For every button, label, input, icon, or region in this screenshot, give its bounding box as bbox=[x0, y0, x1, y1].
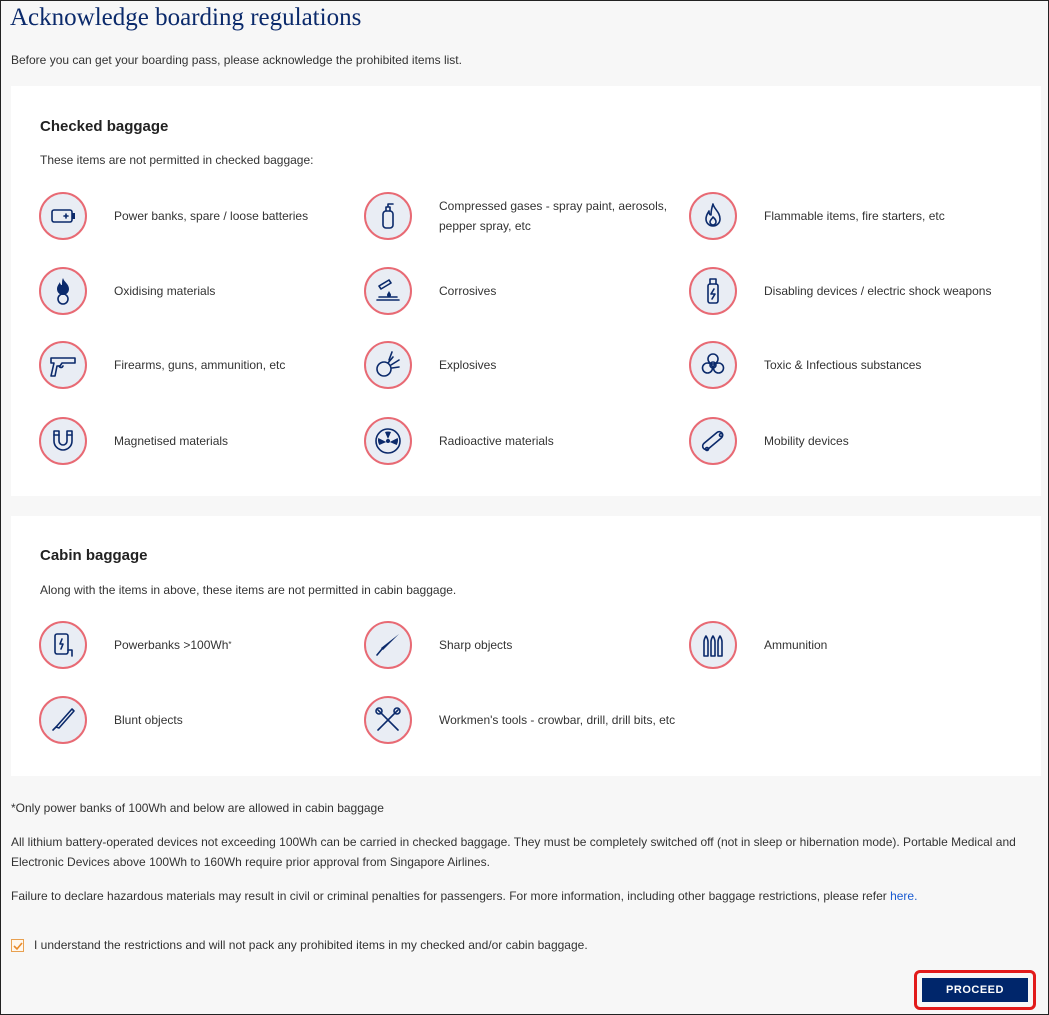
check-icon bbox=[13, 941, 23, 950]
footnote-marker: * bbox=[228, 640, 232, 649]
knife-icon bbox=[364, 621, 412, 669]
cabin-baggage-subtitle: Along with the items in above, these ite… bbox=[40, 583, 457, 597]
taser-icon bbox=[689, 267, 737, 315]
item-label: Radioactive materials bbox=[439, 434, 554, 448]
corrosive-icon bbox=[364, 267, 412, 315]
checked-baggage-subtitle: These items are not permitted in checked… bbox=[40, 153, 314, 167]
item-label: Mobility devices bbox=[764, 434, 849, 448]
item-label: Explosives bbox=[439, 358, 497, 372]
acknowledge-row: I understand the restrictions and will n… bbox=[11, 938, 588, 952]
item-label: Flammable items, fire starters, etc bbox=[764, 209, 945, 223]
page-title: Acknowledge boarding regulations bbox=[10, 4, 362, 31]
checked-baggage-title: Checked baggage bbox=[40, 118, 169, 135]
gun-icon bbox=[39, 341, 87, 389]
item-label: Oxidising materials bbox=[114, 284, 216, 298]
ammunition-icon bbox=[689, 621, 737, 669]
note-penalties: Failure to declare hazardous materials m… bbox=[11, 886, 1041, 906]
oxidiser-icon bbox=[39, 267, 87, 315]
item-label: Compressed gases - spray paint, aerosols… bbox=[439, 199, 668, 233]
item-label: Sharp objects bbox=[439, 638, 513, 652]
item-label: Ammunition bbox=[764, 638, 828, 652]
notes: *Only power banks of 100Wh and below are… bbox=[11, 798, 1041, 906]
note-footnote: *Only power banks of 100Wh and below are… bbox=[11, 801, 384, 815]
page-frame: Acknowledge boarding regulations Before … bbox=[0, 0, 1049, 1015]
explosive-icon bbox=[364, 341, 412, 389]
magnet-icon bbox=[39, 417, 87, 465]
skateboard-icon bbox=[689, 417, 737, 465]
checked-baggage-section: Checked baggage These items are not perm… bbox=[11, 86, 1041, 496]
item-label: Blunt objects bbox=[114, 713, 183, 727]
item-label: Power banks, spare / loose batteries bbox=[114, 209, 309, 223]
bat-icon bbox=[39, 696, 87, 744]
flame-icon bbox=[689, 192, 737, 240]
item-label: Workmen's tools - crowbar, drill, drill … bbox=[439, 713, 676, 727]
item-label: Corrosives bbox=[439, 284, 497, 298]
item-label: Powerbanks >100Wh * bbox=[114, 621, 354, 669]
cabin-baggage-title: Cabin baggage bbox=[40, 547, 148, 564]
powerbank-icon bbox=[39, 621, 87, 669]
item-label: Disabling devices / electric shock weapo… bbox=[764, 284, 992, 298]
proceed-highlight: PROCEED bbox=[914, 970, 1036, 1010]
note-lithium: All lithium battery-operated devices not… bbox=[11, 835, 1016, 869]
proceed-button[interactable]: PROCEED bbox=[922, 978, 1028, 1002]
battery-icon bbox=[39, 192, 87, 240]
cabin-baggage-section: Cabin baggage Along with the items in ab… bbox=[11, 516, 1041, 776]
tools-icon bbox=[364, 696, 412, 744]
item-label: Firearms, guns, ammunition, etc bbox=[114, 358, 286, 372]
note-penalties-text: Failure to declare hazardous materials m… bbox=[11, 889, 891, 903]
acknowledge-checkbox[interactable] bbox=[11, 938, 24, 952]
here-link[interactable]: here. bbox=[890, 889, 917, 903]
page-intro: Before you can get your boarding pass, p… bbox=[11, 53, 462, 67]
radioactive-icon bbox=[364, 417, 412, 465]
item-label-text: Powerbanks >100Wh bbox=[114, 638, 229, 652]
gas-cylinder-icon bbox=[364, 192, 412, 240]
item-label: Toxic & Infectious substances bbox=[764, 358, 922, 372]
biohazard-icon bbox=[689, 341, 737, 389]
acknowledge-label: I understand the restrictions and will n… bbox=[34, 938, 588, 952]
item-label: Magnetised materials bbox=[114, 434, 229, 448]
